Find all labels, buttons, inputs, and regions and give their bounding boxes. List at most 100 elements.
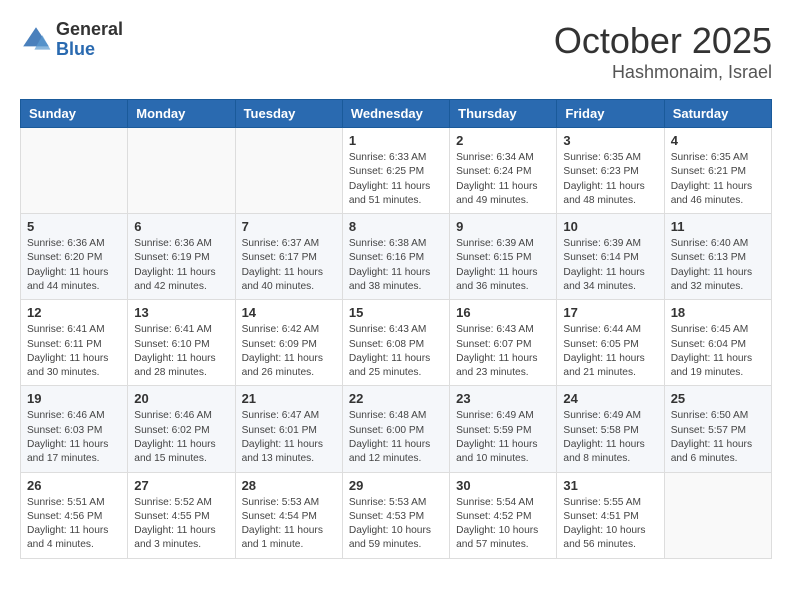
- calendar-week-5: 26 Sunrise: 5:51 AM Sunset: 4:56 PM Dayli…: [21, 472, 772, 558]
- day-number: 26: [27, 478, 121, 493]
- weekday-header-friday: Friday: [557, 100, 664, 128]
- logo: General Blue: [20, 20, 123, 60]
- calendar-cell: 7 Sunrise: 6:37 AM Sunset: 6:17 PM Daylig…: [235, 214, 342, 300]
- day-info: Sunrise: 6:35 AM Sunset: 6:21 PM Dayligh…: [671, 151, 765, 208]
- calendar-cell: 6 Sunrise: 6:36 AM Sunset: 6:19 PM Daylig…: [128, 214, 235, 300]
- day-number: 6: [134, 219, 228, 234]
- day-number: 17: [563, 305, 657, 320]
- day-number: 20: [134, 391, 228, 406]
- calendar-cell: 16Sunrise: 6:43 AM Sunset: 6:07 PM Dayli…: [450, 300, 557, 386]
- calendar-body: 1 Sunrise: 6:33 AM Sunset: 6:25 PM Daylig…: [21, 128, 772, 559]
- calendar-cell: 13Sunrise: 6:41 AM Sunset: 6:10 PM Dayli…: [128, 300, 235, 386]
- weekday-header-monday: Monday: [128, 100, 235, 128]
- page-header: General Blue October 2025 Hashmonaim, Is…: [20, 20, 772, 83]
- day-number: 29: [349, 478, 443, 493]
- calendar-cell: 2Sunrise: 6:34 AM Sunset: 6:24 PM Daylig…: [450, 128, 557, 214]
- day-info: Sunrise: 6:40 AM Sunset: 6:13 PM Dayligh…: [671, 237, 765, 294]
- day-number: 1: [349, 133, 443, 148]
- logo-general-text: General: [56, 20, 123, 40]
- day-number: 3: [563, 133, 657, 148]
- calendar-cell: 4 Sunrise: 6:35 AM Sunset: 6:21 PM Daylig…: [664, 128, 771, 214]
- calendar-cell: 25 Sunrise: 6:50 AM Sunset: 5:57 PM Dayli…: [664, 386, 771, 472]
- calendar-cell: 17 Sunrise: 6:44 AM Sunset: 6:05 PM Dayli…: [557, 300, 664, 386]
- weekday-header-row: SundayMondayTuesdayWednesdayThursdayFrid…: [21, 100, 772, 128]
- title-block: October 2025 Hashmonaim, Israel: [554, 20, 772, 83]
- day-number: 25: [671, 391, 765, 406]
- calendar-cell: 23Sunrise: 6:49 AM Sunset: 5:59 PM Dayli…: [450, 386, 557, 472]
- weekday-header-saturday: Saturday: [664, 100, 771, 128]
- month-title: October 2025: [554, 20, 772, 62]
- day-info: Sunrise: 6:34 AM Sunset: 6:24 PM Dayligh…: [456, 151, 550, 208]
- calendar-cell: 26 Sunrise: 5:51 AM Sunset: 4:56 PM Dayli…: [21, 472, 128, 558]
- day-info: Sunrise: 6:50 AM Sunset: 5:57 PM Dayligh…: [671, 409, 765, 466]
- day-number: 12: [27, 305, 121, 320]
- day-number: 14: [242, 305, 336, 320]
- calendar-cell: 11 Sunrise: 6:40 AM Sunset: 6:13 PM Dayli…: [664, 214, 771, 300]
- location-title: Hashmonaim, Israel: [554, 62, 772, 83]
- calendar-cell: 27Sunrise: 5:52 AM Sunset: 4:55 PM Dayli…: [128, 472, 235, 558]
- day-number: 27: [134, 478, 228, 493]
- calendar-week-4: 19 Sunrise: 6:46 AM Sunset: 6:03 PM Dayli…: [21, 386, 772, 472]
- calendar-cell: [21, 128, 128, 214]
- day-info: Sunrise: 6:37 AM Sunset: 6:17 PM Dayligh…: [242, 237, 336, 294]
- day-number: 15: [349, 305, 443, 320]
- logo-text: General Blue: [56, 20, 123, 60]
- calendar-cell: 31 Sunrise: 5:55 AM Sunset: 4:51 PM Dayli…: [557, 472, 664, 558]
- calendar-cell: 15 Sunrise: 6:43 AM Sunset: 6:08 PM Dayli…: [342, 300, 449, 386]
- day-number: 5: [27, 219, 121, 234]
- calendar-header: SundayMondayTuesdayWednesdayThursdayFrid…: [21, 100, 772, 128]
- calendar-cell: [664, 472, 771, 558]
- calendar-cell: 28 Sunrise: 5:53 AM Sunset: 4:54 PM Dayli…: [235, 472, 342, 558]
- day-number: 4: [671, 133, 765, 148]
- day-info: Sunrise: 6:35 AM Sunset: 6:23 PM Dayligh…: [563, 151, 657, 208]
- calendar-cell: 14Sunrise: 6:42 AM Sunset: 6:09 PM Dayli…: [235, 300, 342, 386]
- day-info: Sunrise: 6:46 AM Sunset: 6:03 PM Dayligh…: [27, 409, 121, 466]
- calendar-cell: 3 Sunrise: 6:35 AM Sunset: 6:23 PM Daylig…: [557, 128, 664, 214]
- weekday-header-tuesday: Tuesday: [235, 100, 342, 128]
- calendar-cell: [128, 128, 235, 214]
- calendar-cell: 12 Sunrise: 6:41 AM Sunset: 6:11 PM Dayli…: [21, 300, 128, 386]
- calendar-cell: 30Sunrise: 5:54 AM Sunset: 4:52 PM Dayli…: [450, 472, 557, 558]
- calendar-cell: 10 Sunrise: 6:39 AM Sunset: 6:14 PM Dayli…: [557, 214, 664, 300]
- day-info: Sunrise: 6:39 AM Sunset: 6:15 PM Dayligh…: [456, 237, 550, 294]
- day-info: Sunrise: 6:41 AM Sunset: 6:11 PM Dayligh…: [27, 323, 121, 380]
- calendar-cell: 24Sunrise: 6:49 AM Sunset: 5:58 PM Dayli…: [557, 386, 664, 472]
- day-number: 7: [242, 219, 336, 234]
- day-info: Sunrise: 6:38 AM Sunset: 6:16 PM Dayligh…: [349, 237, 443, 294]
- day-info: Sunrise: 6:39 AM Sunset: 6:14 PM Dayligh…: [563, 237, 657, 294]
- day-number: 23: [456, 391, 550, 406]
- day-info: Sunrise: 6:44 AM Sunset: 6:05 PM Dayligh…: [563, 323, 657, 380]
- calendar-cell: 8 Sunrise: 6:38 AM Sunset: 6:16 PM Daylig…: [342, 214, 449, 300]
- day-info: Sunrise: 6:43 AM Sunset: 6:08 PM Dayligh…: [349, 323, 443, 380]
- day-info: Sunrise: 5:55 AM Sunset: 4:51 PM Dayligh…: [563, 496, 657, 553]
- day-number: 11: [671, 219, 765, 234]
- day-info: Sunrise: 6:41 AM Sunset: 6:10 PM Dayligh…: [134, 323, 228, 380]
- day-info: Sunrise: 5:53 AM Sunset: 4:54 PM Dayligh…: [242, 496, 336, 553]
- day-number: 19: [27, 391, 121, 406]
- day-info: Sunrise: 6:48 AM Sunset: 6:00 PM Dayligh…: [349, 409, 443, 466]
- calendar-week-1: 1 Sunrise: 6:33 AM Sunset: 6:25 PM Daylig…: [21, 128, 772, 214]
- calendar-cell: 22Sunrise: 6:48 AM Sunset: 6:00 PM Dayli…: [342, 386, 449, 472]
- day-number: 21: [242, 391, 336, 406]
- calendar-cell: 1 Sunrise: 6:33 AM Sunset: 6:25 PM Daylig…: [342, 128, 449, 214]
- day-info: Sunrise: 6:36 AM Sunset: 6:20 PM Dayligh…: [27, 237, 121, 294]
- day-number: 16: [456, 305, 550, 320]
- day-info: Sunrise: 6:49 AM Sunset: 5:58 PM Dayligh…: [563, 409, 657, 466]
- day-number: 9: [456, 219, 550, 234]
- calendar-cell: [235, 128, 342, 214]
- calendar-week-3: 12 Sunrise: 6:41 AM Sunset: 6:11 PM Dayli…: [21, 300, 772, 386]
- day-info: Sunrise: 5:51 AM Sunset: 4:56 PM Dayligh…: [27, 496, 121, 553]
- day-number: 8: [349, 219, 443, 234]
- day-number: 18: [671, 305, 765, 320]
- day-info: Sunrise: 6:33 AM Sunset: 6:25 PM Dayligh…: [349, 151, 443, 208]
- day-number: 30: [456, 478, 550, 493]
- weekday-header-sunday: Sunday: [21, 100, 128, 128]
- weekday-header-wednesday: Wednesday: [342, 100, 449, 128]
- day-info: Sunrise: 6:36 AM Sunset: 6:19 PM Dayligh…: [134, 237, 228, 294]
- day-number: 10: [563, 219, 657, 234]
- day-number: 28: [242, 478, 336, 493]
- logo-icon: [20, 24, 52, 56]
- calendar-cell: 5 Sunrise: 6:36 AM Sunset: 6:20 PM Daylig…: [21, 214, 128, 300]
- weekday-header-thursday: Thursday: [450, 100, 557, 128]
- day-number: 31: [563, 478, 657, 493]
